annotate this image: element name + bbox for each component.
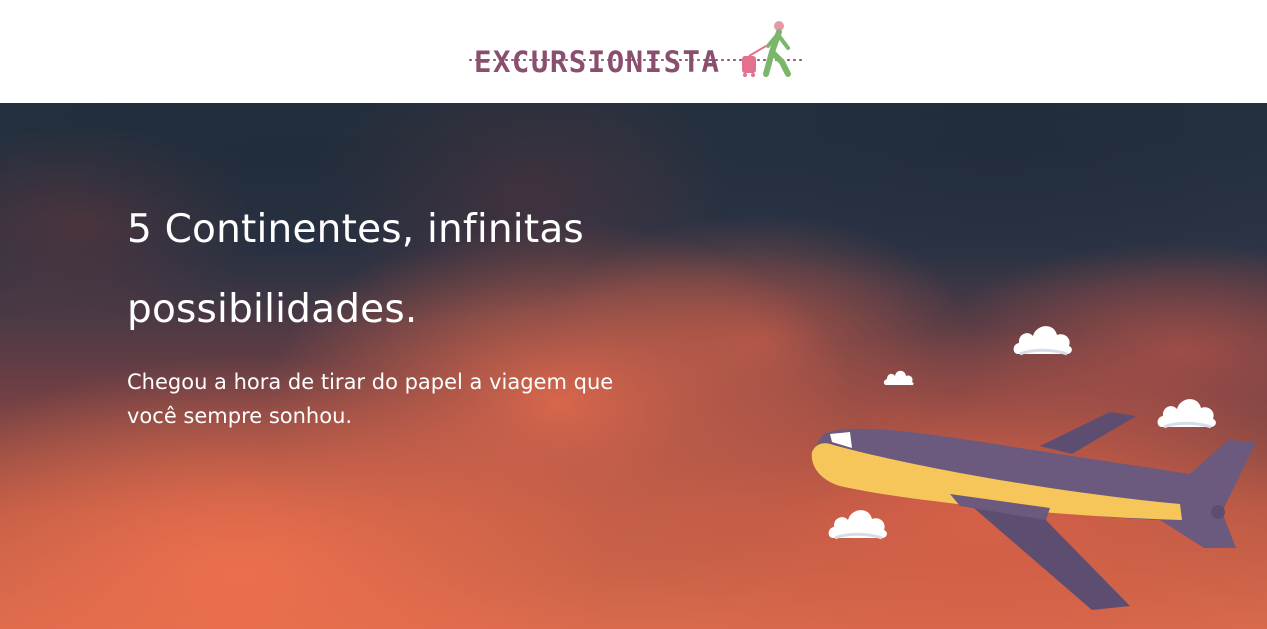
walking-traveler-with-suitcase-icon xyxy=(742,21,791,77)
logo-wordmark: EXCURSIONISTA xyxy=(474,45,720,79)
cloud-icon xyxy=(1013,326,1072,356)
site-logo-link[interactable]: EXCURSIONISTA xyxy=(466,16,806,82)
hero-banner: 5 Continentes, infinitas possibilidades.… xyxy=(0,103,1267,629)
excursionista-logo: EXCURSIONISTA xyxy=(469,21,803,79)
site-header: EXCURSIONISTA xyxy=(0,0,1267,103)
hero-subtitle: Chegou a hora de tirar do papel a viagem… xyxy=(127,370,614,428)
cloud-icon xyxy=(883,370,914,386)
airplane-illustration xyxy=(811,412,1256,610)
hero-title: 5 Continentes, infinitas possibilidades. xyxy=(127,207,584,332)
